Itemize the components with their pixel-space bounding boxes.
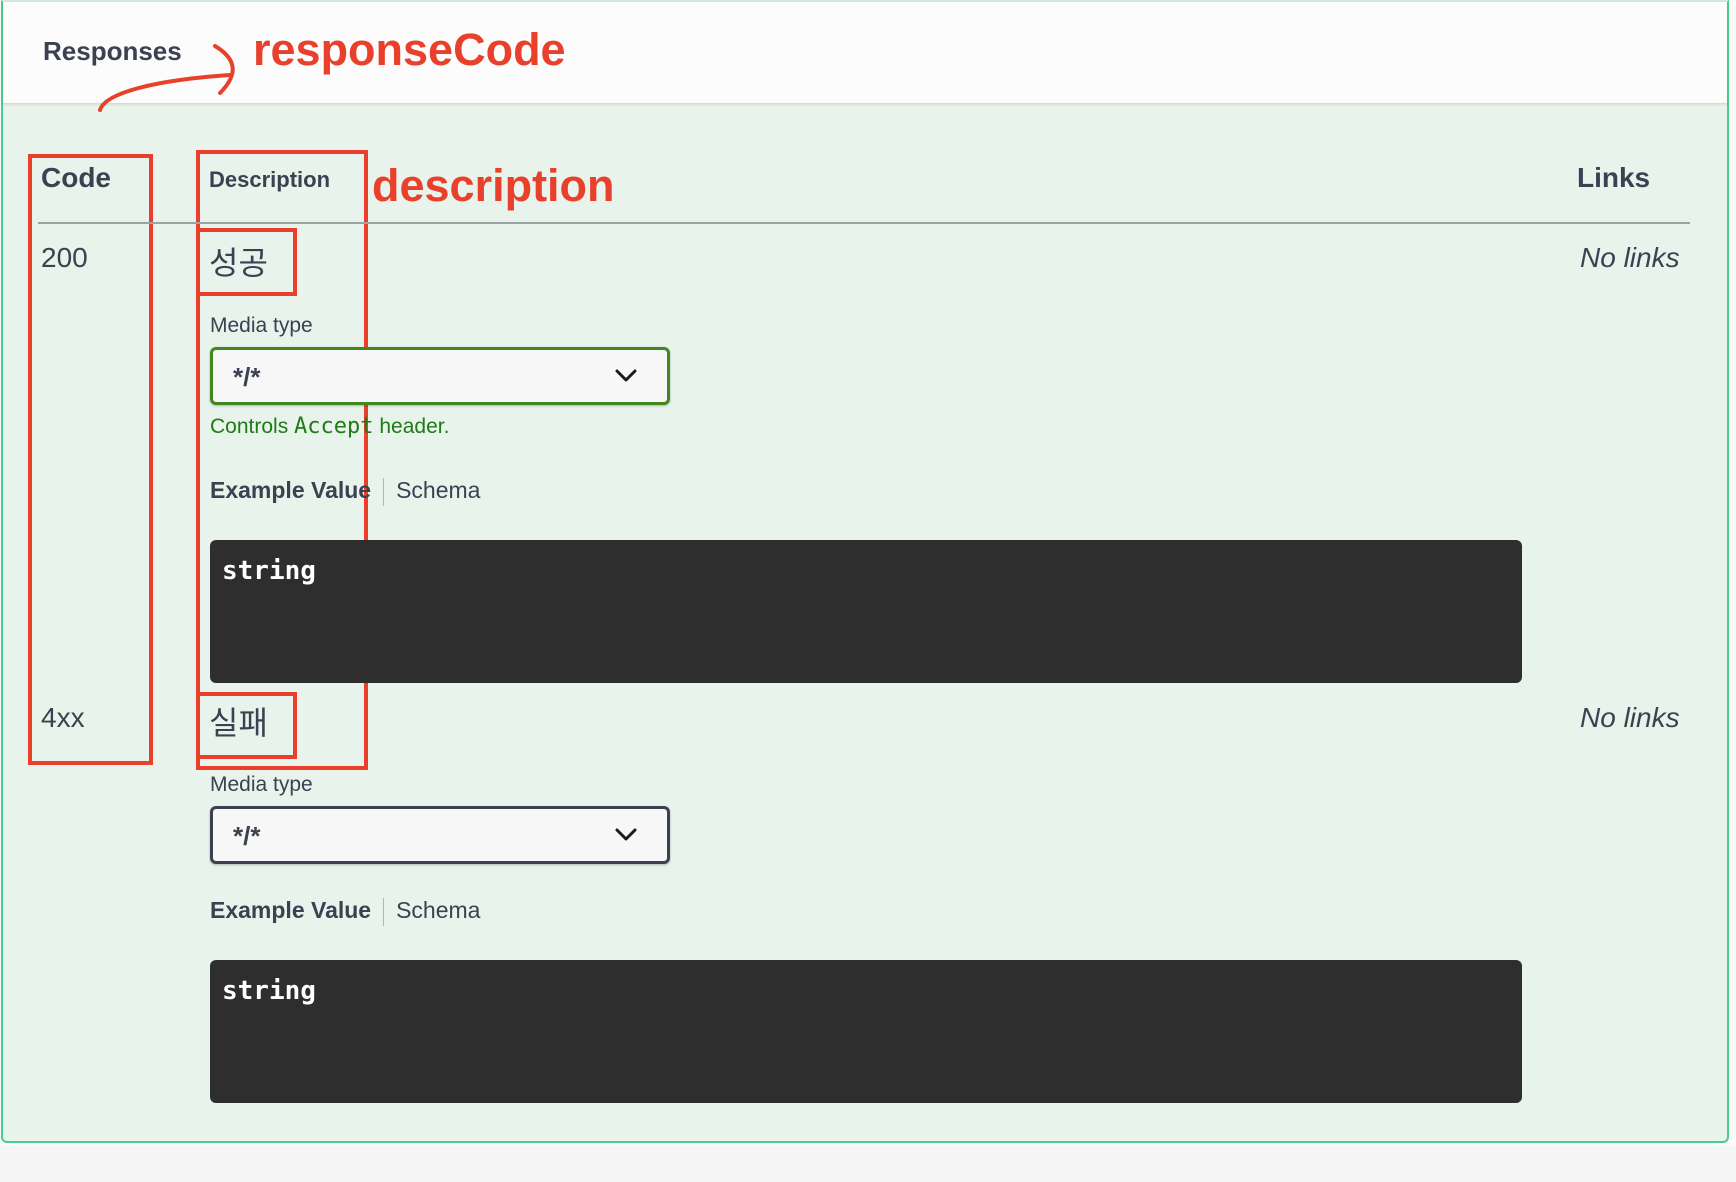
tab-schema-200[interactable]: Schema: [396, 477, 480, 503]
tab-separator: [383, 897, 385, 926]
tab-separator: [383, 477, 385, 506]
chevron-down-icon: [615, 369, 637, 382]
annotation-description: description: [372, 160, 615, 211]
annotation-response-code: responseCode: [253, 24, 566, 75]
media-type-value-4xx: */*: [233, 821, 261, 851]
response-links-200: No links: [1580, 242, 1680, 273]
header-divider: [38, 222, 1690, 224]
example-schema-tabs-200: Example Value Schema: [210, 477, 480, 506]
column-header-links: Links: [1577, 162, 1651, 193]
example-code-text-200: string: [222, 556, 316, 586]
tab-example-value-200[interactable]: Example Value: [210, 477, 371, 503]
media-type-value-200: */*: [233, 362, 261, 392]
example-schema-tabs-4xx: Example Value Schema: [210, 897, 480, 926]
example-code-text-4xx: string: [222, 976, 316, 1006]
curved-arrow-icon: [98, 44, 235, 112]
media-type-select-4xx[interactable]: */*: [210, 806, 670, 864]
response-links-4xx: No links: [1580, 702, 1680, 733]
tab-schema-4xx[interactable]: Schema: [396, 897, 480, 923]
response-code-4xx: 4xx: [41, 702, 85, 733]
chevron-down-icon: [615, 828, 637, 841]
example-code-block-4xx: string: [210, 960, 1522, 1103]
accept-header-code: Accept: [294, 414, 374, 439]
media-type-label-4xx: Media type: [210, 773, 313, 796]
response-description-4xx: 실패: [209, 704, 268, 742]
tab-example-value-4xx[interactable]: Example Value: [210, 897, 371, 923]
response-code-200: 200: [41, 242, 88, 273]
example-code-block-200: string: [210, 540, 1522, 683]
response-description-200: 성공: [209, 244, 268, 282]
media-type-label-200: Media type: [210, 314, 313, 337]
column-header-description: Description: [209, 167, 331, 192]
media-type-select-200[interactable]: */*: [210, 347, 670, 405]
column-header-code: Code: [41, 162, 111, 193]
page-background-strip: [0, 1146, 1736, 1182]
controls-accept-note: Controls Accept header.: [210, 414, 450, 439]
